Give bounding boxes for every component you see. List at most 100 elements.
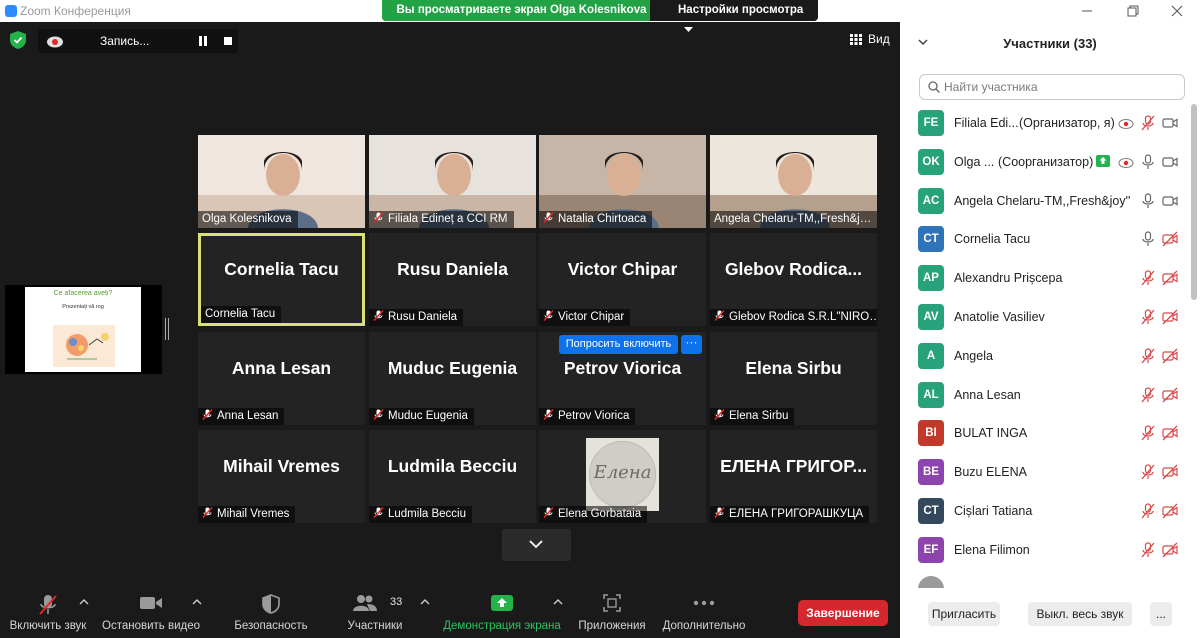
- participant-display-name: Glebov Rodica...: [724, 259, 863, 279]
- participant-tile[interactable]: Natalia Chirtoaca: [539, 135, 706, 228]
- pause-icon[interactable]: [198, 36, 208, 46]
- video-off-icon[interactable]: [1162, 503, 1178, 519]
- tile-more-button[interactable]: ···: [681, 335, 702, 354]
- microphone-muted-icon[interactable]: [1140, 425, 1156, 441]
- view-options-button[interactable]: Настройки просмотра: [650, 0, 818, 32]
- chevron-up-icon[interactable]: [420, 598, 430, 606]
- participant-row[interactable]: OK Olga ... (Соорганизатор): [900, 143, 1188, 182]
- video-off-icon[interactable]: [1162, 425, 1178, 441]
- video-camera-icon[interactable]: [1162, 193, 1178, 209]
- participant-tile[interactable]: Muduc Eugenia Muduc Eugenia: [369, 332, 536, 425]
- shield-icon: [262, 594, 280, 614]
- participant-name-label: Filiala Edineț a CCI RM: [369, 211, 514, 228]
- minimize-icon[interactable]: [1080, 4, 1094, 18]
- microphone-muted-icon[interactable]: [1140, 270, 1156, 286]
- participant-tile[interactable]: Anna Lesan Anna Lesan: [198, 332, 365, 425]
- video-off-icon[interactable]: [1162, 309, 1178, 325]
- view-button[interactable]: Вид: [850, 30, 890, 48]
- participants-button[interactable]: Участники: [338, 582, 412, 638]
- participant-row[interactable]: AL Anna Lesan: [900, 376, 1188, 415]
- participant-row[interactable]: AC Angela Chelaru-TM,,Fresh&joy'': [900, 182, 1188, 221]
- panel-title: Участники (33): [1003, 36, 1097, 51]
- microphone-muted-icon[interactable]: [1140, 386, 1156, 403]
- participant-row[interactable]: FE Filiala Edi... (Организатор, я): [900, 104, 1188, 143]
- participants-icon: [352, 595, 377, 611]
- participant-row[interactable]: BE Buzu ELENA: [900, 453, 1188, 492]
- microphone-muted-icon[interactable]: [1140, 309, 1156, 325]
- microphone-icon[interactable]: [1140, 192, 1156, 209]
- participant-tile[interactable]: Olga Kolesnikova: [198, 135, 365, 228]
- participant-tile[interactable]: Ludmila Becciu Ludmila Becciu: [369, 430, 536, 523]
- more-button[interactable]: Дополнительно: [659, 582, 749, 638]
- participant-tile[interactable]: Cornelia Tacu Cornelia Tacu: [198, 233, 365, 326]
- participants-scrollbar[interactable]: [1191, 104, 1197, 300]
- participant-row[interactable]: AV Anatolie Vasiliev: [900, 298, 1188, 337]
- mute-all-button[interactable]: Выкл. весь звук: [1028, 602, 1132, 626]
- participant-row[interactable]: A Angela: [900, 337, 1188, 376]
- encryption-shield-icon[interactable]: [10, 31, 26, 49]
- restore-icon[interactable]: [1126, 4, 1140, 18]
- participant-name-text: Cornelia Tacu: [205, 308, 276, 320]
- video-camera-icon[interactable]: [1162, 154, 1178, 170]
- participant-tile[interactable]: Elena Sirbu Elena Sirbu: [710, 332, 877, 425]
- participant-tile[interactable]: ЕЛЕНА ГРИГОР... ЕЛЕНА ГРИГОРАШКУЦА: [710, 430, 877, 523]
- participant-row[interactable]: CT Cornelia Tacu: [900, 220, 1188, 259]
- recording-indicator: Запись...: [38, 29, 238, 53]
- participants-list: FE Filiala Edi... (Организатор, я) OK Olga .…: [900, 104, 1188, 588]
- participant-name: Elena Filimon: [954, 542, 1030, 557]
- microphone-icon[interactable]: [1140, 154, 1156, 170]
- invite-button[interactable]: Пригласить: [928, 602, 1000, 626]
- unmute-button[interactable]: Включить звук: [6, 582, 90, 638]
- security-button[interactable]: Безопасность: [229, 582, 313, 638]
- participant-tile[interactable]: Filiala Edineț a CCI RM: [369, 135, 536, 228]
- video-off-icon[interactable]: [1162, 542, 1178, 558]
- microphone-muted-icon[interactable]: [1140, 542, 1156, 558]
- chevron-up-icon[interactable]: [192, 598, 202, 606]
- share-screen-button[interactable]: Демонстрация экрана: [440, 582, 564, 638]
- participant-row[interactable]: AP Alexandru Prișcepa: [900, 259, 1188, 298]
- security-label: Безопасность: [234, 620, 308, 632]
- slide-title: Ce afacerea aveți?: [53, 290, 113, 297]
- stop-icon[interactable]: [223, 36, 233, 46]
- participant-row[interactable]: BI BULAT INGA: [900, 414, 1188, 453]
- video-off-icon[interactable]: [1162, 348, 1178, 364]
- microphone-muted-icon[interactable]: [1140, 464, 1156, 480]
- participant-row[interactable]: CT Cișlari Tatiana: [900, 492, 1188, 531]
- video-camera-icon[interactable]: [1162, 115, 1178, 131]
- chevron-up-icon[interactable]: [553, 598, 563, 606]
- participant-row-partial[interactable]: [900, 570, 1188, 588]
- video-off-icon[interactable]: [1162, 387, 1178, 403]
- participant-tile[interactable]: Glebov Rodica... Glebov Rodica S.R.L"NIRO…: [710, 233, 877, 326]
- participant-tile[interactable]: Елена Elena Gorbataia: [539, 430, 706, 523]
- participant-name-label: Elena Sirbu: [710, 408, 795, 425]
- participant-tile[interactable]: Angela Chelaru-TM,,Fresh&j…: [710, 135, 877, 228]
- end-meeting-button[interactable]: Завершение: [798, 600, 888, 626]
- ask-to-unmute-button[interactable]: Попросить включить: [559, 335, 678, 354]
- video-off-icon[interactable]: [1162, 464, 1178, 480]
- microphone-muted-icon: [714, 507, 725, 518]
- close-icon[interactable]: [1170, 4, 1184, 18]
- microphone-muted-icon[interactable]: [1140, 115, 1156, 131]
- grid-view-icon: [850, 34, 862, 45]
- participant-row[interactable]: EF Elena Filimon: [900, 531, 1188, 570]
- participant-search-input[interactable]: [944, 79, 1174, 95]
- microphone-muted-icon[interactable]: [1140, 348, 1156, 364]
- split-resize-handle[interactable]: [165, 318, 169, 340]
- apps-button[interactable]: Приложения: [574, 582, 650, 638]
- panel-more-button[interactable]: ...: [1150, 602, 1172, 626]
- panel-footer: Пригласить Выкл. весь звук ...: [900, 595, 1200, 638]
- participant-tile[interactable]: Rusu Daniela Rusu Daniela: [369, 233, 536, 326]
- participant-tile[interactable]: Victor Chipar Victor Chipar: [539, 233, 706, 326]
- video-off-icon[interactable]: [1162, 270, 1178, 286]
- share-screen-icon: [491, 595, 513, 611]
- participant-name-text: Muduc Eugenia: [388, 410, 468, 422]
- chevron-up-icon[interactable]: [79, 598, 89, 606]
- video-off-icon[interactable]: [1162, 231, 1178, 247]
- participant-search-box[interactable]: [919, 74, 1185, 100]
- stop-video-button[interactable]: Остановить видео: [98, 582, 204, 638]
- microphone-icon[interactable]: [1140, 231, 1156, 247]
- next-page-button[interactable]: [502, 529, 571, 561]
- participant-tile[interactable]: Mihail Vremes Mihail Vremes: [198, 430, 365, 523]
- microphone-muted-icon[interactable]: [1140, 503, 1156, 519]
- shared-screen-thumbnail[interactable]: Ce afacerea aveți? Prezentați vă rog: [5, 285, 162, 374]
